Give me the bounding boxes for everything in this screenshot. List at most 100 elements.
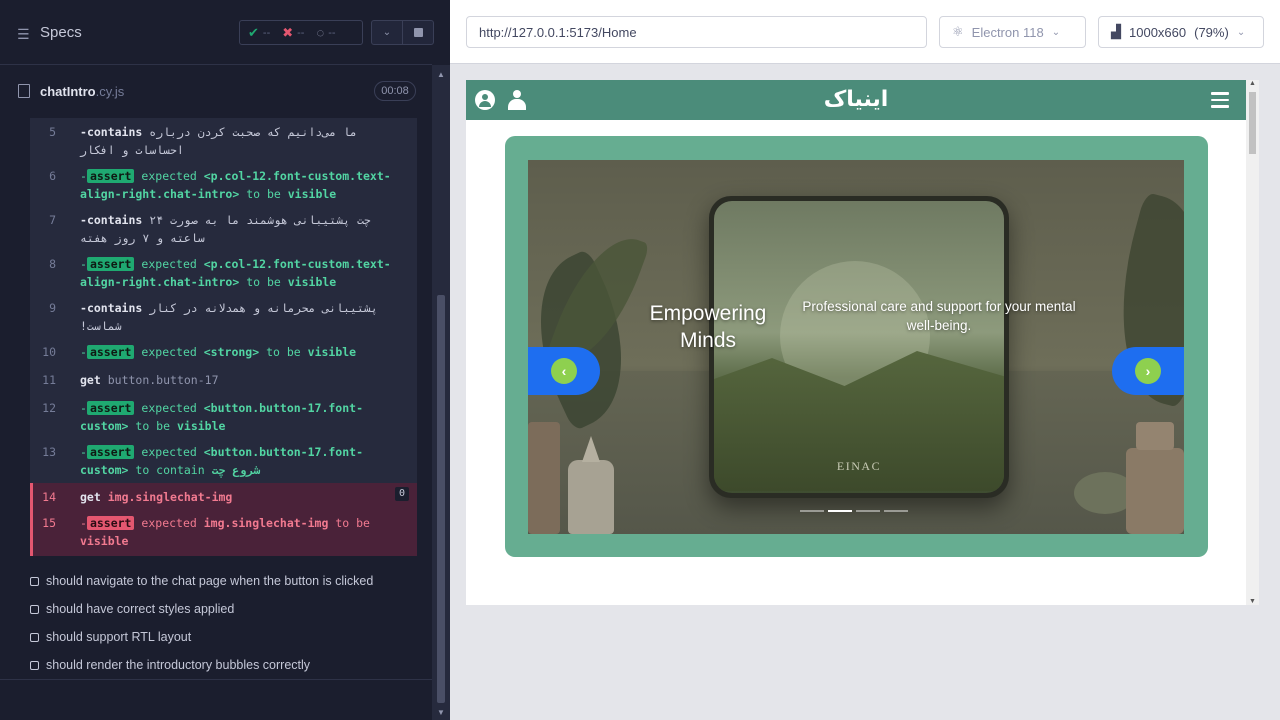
command-dash: -	[80, 125, 87, 139]
checkbox-icon	[30, 632, 39, 642]
carousel-indicator[interactable]	[800, 510, 824, 512]
assert-badge: assert	[86, 401, 135, 415]
carousel-indicator[interactable]	[828, 510, 852, 512]
scroll-up-icon[interactable]: ▲	[437, 70, 445, 79]
command-number: 11	[42, 373, 56, 387]
assert-value: visible	[176, 419, 226, 433]
failed-count: --	[297, 26, 305, 39]
scroll-up-icon[interactable]: ▲	[1249, 80, 1256, 87]
assert-badge: assert	[86, 169, 135, 183]
assert-badge: assert	[86, 445, 135, 459]
command-row[interactable]: 9 -contains پشتیبانی محرمانه و همدلانه د…	[30, 299, 417, 335]
assert-word: expected	[141, 516, 197, 530]
command-row-failed[interactable]: 14 get img.singlechat-img 0	[30, 483, 417, 511]
reporter-scrollbar[interactable]: ▲ ▼	[432, 65, 450, 720]
command-dash: -	[80, 301, 87, 315]
browser-selector[interactable]: ⚛ Electron 118 ⌄	[939, 16, 1086, 48]
url-bar[interactable]: http://127.0.0.1:5173/Home	[466, 16, 927, 48]
element-count-badge: 0	[394, 487, 409, 501]
viewport-selector[interactable]: ▟ 1000x660 (79%) ⌄	[1098, 16, 1264, 48]
chevron-left-icon: ‹	[551, 358, 577, 384]
carousel-next-button[interactable]: ›	[1112, 347, 1184, 395]
spec-name: chatIntro	[40, 84, 96, 99]
runner-panel: ☰ Specs ✔ -- ✖ -- ◌ -- ⌄ chatIntro.cy.js…	[0, 0, 450, 720]
viewport-zoom: (79%)	[1194, 24, 1229, 40]
passed-icon: ✔	[248, 24, 259, 40]
assert-word: expected	[141, 257, 197, 271]
hamburger-menu-icon[interactable]	[1211, 92, 1229, 108]
assert-badge: assert	[86, 257, 135, 271]
spec-ext: .cy.js	[95, 84, 125, 99]
test-item[interactable]: should navigate to the chat page when th…	[30, 574, 373, 588]
expand-collapse-button[interactable]: ⌄	[371, 20, 403, 45]
command-name: contains	[86, 125, 143, 139]
carousel-caption-text: Professional care and support for your m…	[802, 299, 1076, 333]
carousel-caption-title: Empowering Minds	[649, 302, 767, 352]
scrollbar-thumb[interactable]	[437, 295, 445, 703]
command-row[interactable]: 5 -contains ما می‌دانیم که صحبت کردن درب…	[30, 123, 417, 159]
carousel-slide-image: EINAC Empowering Minds Professional care…	[528, 160, 1184, 534]
test-title: should have correct styles applied	[46, 602, 235, 616]
assert-word: to be	[335, 516, 370, 530]
ruler-icon: ▟	[1111, 24, 1121, 39]
spec-file-name: chatIntro.cy.js	[40, 84, 124, 99]
assert-word: expected	[141, 401, 197, 415]
command-row[interactable]: 7 -contains چت پشتیبانی هوشمند ما به صور…	[30, 211, 417, 247]
assert-word: expected	[141, 445, 197, 459]
command-number: 15	[42, 516, 56, 530]
command-number: 7	[49, 213, 56, 227]
command-name: contains	[86, 213, 143, 227]
assert-subject: img.singlechat-img	[203, 516, 329, 530]
command-row[interactable]: 8 - assert expected <p.col-12.font-custom…	[30, 255, 417, 291]
test-stats: ✔ -- ✖ -- ◌ --	[239, 20, 363, 45]
test-item[interactable]: should render the introductory bubbles c…	[30, 658, 310, 672]
assert-value: visible	[307, 345, 357, 359]
specs-header: ☰ Specs ✔ -- ✖ -- ◌ -- ⌄	[0, 0, 434, 65]
assert-value: visible	[80, 534, 129, 548]
command-row-failed[interactable]: 15 - assert expected img.singlechat-img t…	[30, 511, 417, 556]
assert-value: visible	[287, 187, 337, 201]
app-navbar: اینیاک	[466, 80, 1246, 120]
scroll-down-icon[interactable]: ▼	[437, 708, 445, 717]
app-logo[interactable]: اینیاک	[466, 86, 1246, 112]
command-row[interactable]: 6 - assert expected <p.col-12.font-custom…	[30, 167, 417, 203]
app-frame: اینیاک EINAC Empowering Minds Profession…	[466, 80, 1259, 605]
jar-decoration	[1126, 422, 1184, 534]
command-log: 5 -contains ما می‌دانیم که صحبت کردن درب…	[30, 118, 417, 556]
file-icon	[18, 84, 30, 98]
carousel-indicator[interactable]	[884, 510, 908, 512]
browser-name: Electron 118	[971, 24, 1044, 40]
assert-badge: assert	[86, 345, 135, 359]
test-item[interactable]: should have correct styles applied	[30, 602, 234, 616]
checkbox-icon	[30, 604, 39, 614]
carousel-indicators	[800, 510, 908, 512]
command-number: 14	[42, 490, 56, 504]
command-row[interactable]: 13 - assert expected <button.button-17.fo…	[30, 443, 417, 479]
carousel-prev-button[interactable]: ‹	[528, 347, 600, 395]
command-row[interactable]: 11 get button.button-17	[30, 371, 417, 389]
command-row[interactable]: 10 - assert expected <strong> to be visib…	[30, 343, 417, 361]
command-dash: -	[80, 257, 87, 271]
carousel-indicator[interactable]	[856, 510, 880, 512]
pending-count: --	[328, 26, 336, 39]
test-item[interactable]: should support RTL layout	[30, 630, 191, 644]
command-number: 5	[49, 125, 56, 139]
chevron-down-icon: ⌄	[382, 27, 392, 38]
command-message: img.singlechat-img	[107, 490, 233, 504]
spec-file-row[interactable]: chatIntro.cy.js 00:08	[0, 76, 432, 108]
app-scrollbar[interactable]: ▲ ▼	[1246, 80, 1259, 605]
command-row[interactable]: 12 - assert expected <button.button-17.fo…	[30, 399, 417, 435]
chevron-down-icon: ⌄	[1051, 26, 1061, 38]
scroll-down-icon[interactable]: ▼	[1249, 598, 1256, 605]
stop-button[interactable]	[402, 20, 434, 45]
chevron-down-icon: ⌄	[1236, 26, 1246, 38]
specs-title[interactable]: Specs	[40, 24, 82, 41]
assert-word: to be	[135, 419, 171, 433]
command-name: get	[80, 490, 101, 504]
failed-icon: ✖	[282, 24, 294, 40]
divider	[0, 679, 432, 680]
specs-menu-icon[interactable]: ☰	[17, 26, 30, 43]
assert-word: to be	[246, 187, 281, 201]
scrollbar-thumb[interactable]	[1249, 92, 1256, 154]
test-title: should navigate to the chat page when th…	[46, 574, 374, 588]
